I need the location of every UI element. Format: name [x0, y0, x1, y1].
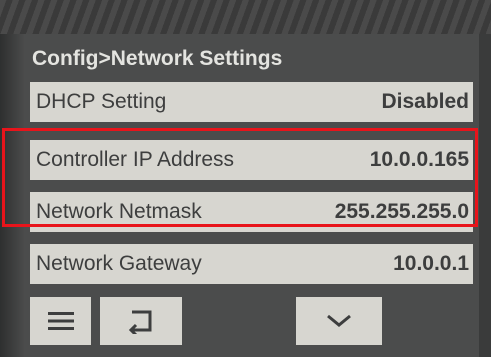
scroll-down-button[interactable]: [296, 297, 382, 345]
dhcp-setting-row[interactable]: DHCP Setting Disabled: [30, 82, 473, 122]
device-bezel-right: [479, 34, 491, 357]
dhcp-setting-value: Disabled: [381, 90, 469, 113]
gateway-label: Network Gateway: [36, 252, 202, 275]
page-title: Config>Network Settings: [32, 47, 283, 70]
highlight-box: [2, 128, 478, 227]
device-bezel-top: [0, 0, 491, 34]
back-arrow-icon: [126, 308, 156, 334]
dhcp-setting-label: DHCP Setting: [36, 90, 167, 113]
gateway-value: 10.0.0.1: [393, 252, 469, 275]
chevron-down-icon: [326, 314, 352, 328]
menu-button[interactable]: [30, 297, 91, 345]
back-button[interactable]: [100, 297, 182, 345]
menu-icon: [47, 310, 75, 332]
gateway-row[interactable]: Network Gateway 10.0.0.1: [30, 244, 473, 284]
